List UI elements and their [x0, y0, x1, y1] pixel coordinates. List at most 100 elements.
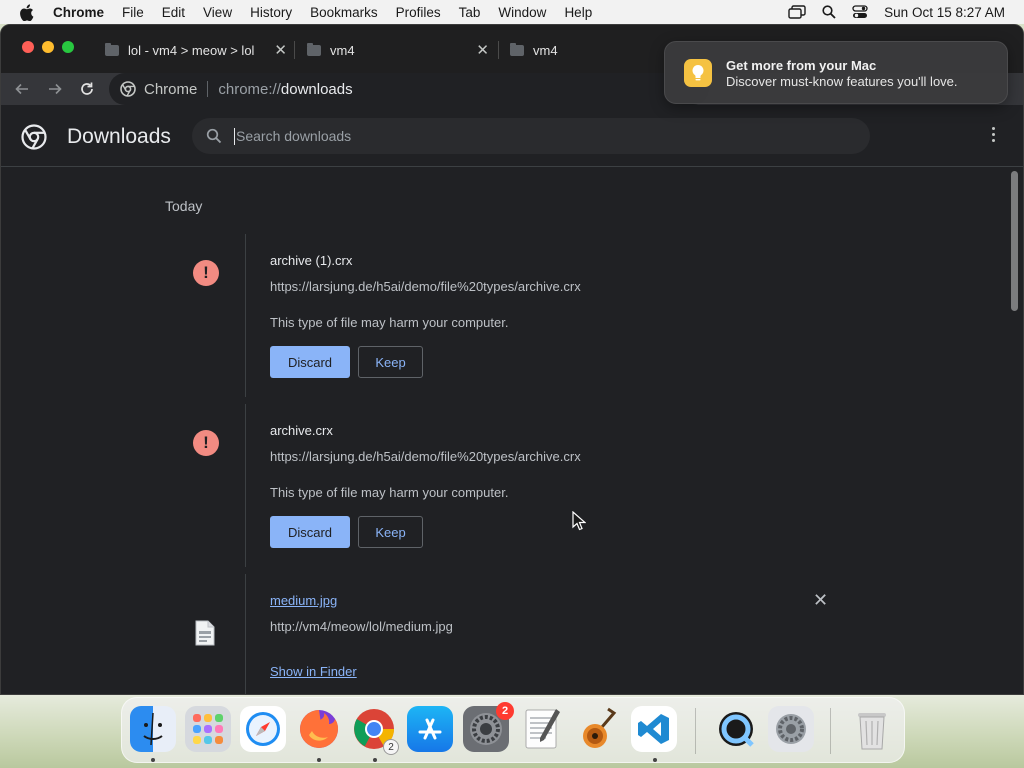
- menu-profiles[interactable]: Profiles: [396, 5, 441, 20]
- back-button[interactable]: [12, 79, 32, 99]
- tab-vm4[interactable]: vm4 ✕: [307, 37, 489, 63]
- chrome-dock-icon[interactable]: 2: [351, 706, 399, 755]
- tab-lol-vm4[interactable]: lol - vm4 > meow > lol ✕: [105, 37, 287, 63]
- close-window-button[interactable]: [22, 41, 34, 53]
- danger-description: This type of file may harm your computer…: [270, 485, 509, 500]
- menu-file[interactable]: File: [122, 5, 144, 20]
- menu-window[interactable]: Window: [498, 5, 546, 20]
- system-preferences-alt-icon[interactable]: [768, 706, 814, 752]
- tab-divider: [294, 41, 295, 59]
- file-name-link[interactable]: medium.jpg: [270, 593, 337, 608]
- file-name: archive (1).crx: [270, 253, 353, 268]
- url-host: downloads: [280, 80, 353, 98]
- menu-help[interactable]: Help: [564, 5, 592, 20]
- downloads-list: Today ! archive (1).crx https://larsjung…: [1, 168, 1009, 694]
- file-name: archive.crx: [270, 423, 333, 438]
- apple-icon[interactable]: [19, 3, 37, 21]
- downloads-header: Downloads: [1, 105, 1023, 167]
- scrollbar-thumb[interactable]: [1011, 171, 1018, 311]
- app-store-icon[interactable]: [407, 706, 453, 752]
- date-heading: Today: [165, 198, 203, 214]
- notification-count-badge: 2: [496, 702, 514, 720]
- address-bar[interactable]: Chrome chrome://downloads: [109, 73, 709, 105]
- notification-body: Discover must-know features you'll love.: [726, 74, 958, 89]
- running-indicator: [373, 758, 377, 762]
- menu-edit[interactable]: Edit: [162, 5, 185, 20]
- finder-icon[interactable]: [130, 706, 176, 752]
- keep-button[interactable]: Keep: [358, 346, 423, 378]
- item-divider: [245, 574, 246, 694]
- page-title: Downloads: [67, 125, 171, 148]
- system-preferences-icon[interactable]: 2: [463, 702, 514, 752]
- menu-history[interactable]: History: [250, 5, 292, 20]
- forward-button[interactable]: [45, 79, 65, 99]
- mouse-cursor: [572, 510, 587, 536]
- control-center-icon[interactable]: [852, 5, 868, 19]
- file-url[interactable]: https://larsjung.de/h5ai/demo/file%20typ…: [270, 279, 581, 294]
- reload-button[interactable]: [77, 79, 97, 99]
- menu-bookmarks[interactable]: Bookmarks: [310, 5, 378, 20]
- tab-title: vm4: [330, 42, 355, 58]
- tab-vm4-2[interactable]: vm4: [510, 37, 650, 63]
- dock: 2 2: [121, 697, 905, 763]
- keep-button[interactable]: Keep: [358, 516, 423, 548]
- search-downloads-field[interactable]: [192, 118, 870, 154]
- file-url[interactable]: https://larsjung.de/h5ai/demo/file%20typ…: [270, 449, 581, 464]
- item-divider: [245, 404, 246, 567]
- chrome-site-icon[interactable]: [120, 81, 136, 97]
- show-in-finder-link[interactable]: Show in Finder: [270, 664, 357, 679]
- menu-app-chrome[interactable]: Chrome: [53, 5, 104, 20]
- download-item: ! archive (1).crx https://larsjung.de/h5…: [165, 234, 825, 397]
- menu-bar: Chrome File Edit View History Bookmarks …: [0, 0, 1024, 24]
- dock-separator: [830, 708, 831, 754]
- running-indicator: [317, 758, 321, 762]
- running-indicator: [151, 758, 155, 762]
- more-options-icon[interactable]: [992, 127, 995, 142]
- tab-close-icon[interactable]: ✕: [274, 41, 287, 59]
- screen-mirroring-icon[interactable]: [788, 5, 806, 19]
- notification-banner[interactable]: Get more from your Mac Discover must-kno…: [664, 41, 1008, 104]
- menubar-clock[interactable]: Sun Oct 15 8:27 AM: [884, 5, 1005, 20]
- safari-icon[interactable]: [240, 706, 286, 752]
- discard-button[interactable]: Discard: [270, 346, 350, 378]
- tips-lightbulb-icon: [684, 59, 712, 87]
- notification-title: Get more from your Mac: [726, 58, 877, 73]
- page-scrollbar[interactable]: [1008, 168, 1022, 694]
- chrome-download-badge: 2: [383, 739, 399, 755]
- running-indicator: [653, 758, 657, 762]
- site-chip-label: Chrome: [144, 80, 198, 98]
- tab-title: vm4: [533, 42, 558, 58]
- tab-divider: [498, 41, 499, 59]
- download-item: ! archive.crx https://larsjung.de/h5ai/d…: [165, 404, 825, 567]
- image-file-icon: [194, 620, 216, 651]
- menu-view[interactable]: View: [203, 5, 232, 20]
- folder-icon: [307, 42, 321, 56]
- remove-item-icon[interactable]: ✕: [813, 590, 828, 611]
- menu-tab[interactable]: Tab: [459, 5, 481, 20]
- spotlight-search-icon[interactable]: [822, 5, 836, 19]
- text-caret: [234, 127, 235, 145]
- minimize-window-button[interactable]: [42, 41, 54, 53]
- url-scheme: chrome://: [218, 80, 281, 98]
- textedit-icon[interactable]: [519, 706, 565, 752]
- firefox-icon[interactable]: [296, 706, 342, 752]
- search-input[interactable]: [236, 128, 736, 144]
- trash-icon[interactable]: [849, 706, 895, 752]
- dock-separator: [695, 708, 696, 754]
- zoom-window-button[interactable]: [62, 41, 74, 53]
- discard-button[interactable]: Discard: [270, 516, 350, 548]
- vscode-icon[interactable]: [631, 706, 677, 752]
- download-item: medium.jpg http://vm4/meow/lol/medium.jp…: [165, 574, 828, 694]
- danger-description: This type of file may harm your computer…: [270, 315, 509, 330]
- file-url[interactable]: http://vm4/meow/lol/medium.jpg: [270, 619, 453, 634]
- omnibox-divider: [207, 81, 209, 97]
- folder-icon: [105, 42, 119, 56]
- folder-icon: [510, 42, 524, 56]
- chrome-logo-icon: [21, 124, 47, 155]
- tab-close-icon[interactable]: ✕: [476, 41, 489, 59]
- garageband-icon[interactable]: [575, 706, 621, 752]
- item-divider: [245, 234, 246, 397]
- quicktime-icon[interactable]: [713, 706, 759, 752]
- warning-icon: !: [193, 430, 219, 456]
- launchpad-icon[interactable]: [185, 706, 231, 752]
